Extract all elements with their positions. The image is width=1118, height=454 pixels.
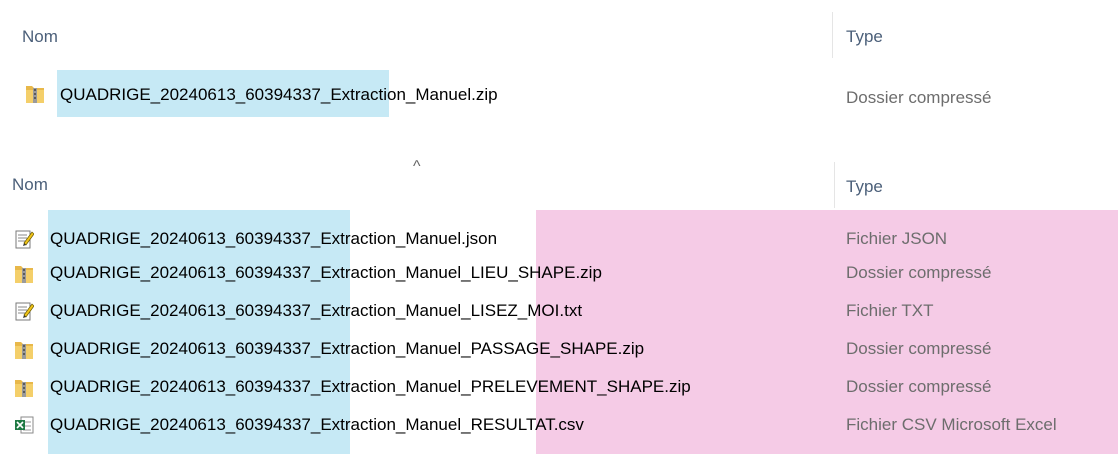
- column-header-name[interactable]: Nom: [12, 175, 48, 195]
- zip-folder-icon: [14, 262, 34, 284]
- file-type: Dossier compressé: [846, 339, 992, 358]
- list-item[interactable]: QUADRIGE_20240613_60394337_Extraction_Ma…: [0, 372, 1118, 403]
- text-file-icon: [14, 300, 34, 322]
- file-name: QUADRIGE_20240613_60394337_Extraction_Ma…: [50, 263, 602, 282]
- excel-csv-icon: [14, 414, 34, 436]
- file-type: Fichier TXT: [846, 301, 934, 320]
- column-header-type[interactable]: Type: [846, 27, 883, 47]
- list-item[interactable]: QUADRIGE_20240613_60394337_Extraction_Ma…: [0, 258, 1118, 289]
- column-divider[interactable]: [834, 162, 835, 208]
- zip-folder-icon: [14, 376, 34, 398]
- file-type: Dossier compressé: [846, 263, 992, 282]
- file-name: QUADRIGE_20240613_60394337_Extraction_Ma…: [50, 415, 584, 434]
- column-header-name[interactable]: Nom: [22, 27, 58, 47]
- column-divider[interactable]: [832, 12, 833, 58]
- file-type: Dossier compressé: [846, 377, 992, 396]
- list-item[interactable]: QUADRIGE_20240613_60394337_Extraction_Ma…: [0, 224, 1118, 255]
- file-name: QUADRIGE_20240613_60394337_Extraction_Ma…: [50, 301, 583, 320]
- list-item[interactable]: QUADRIGE_20240613_60394337_Extraction_Ma…: [0, 334, 1118, 365]
- zip-folder-icon: [14, 338, 34, 360]
- file-name: QUADRIGE_20240613_60394337_Extraction_Ma…: [50, 377, 691, 396]
- list-item[interactable]: QUADRIGE_20240613_60394337_Extraction_Ma…: [0, 296, 1118, 327]
- json-file-icon: [14, 228, 34, 250]
- file-type: Fichier CSV Microsoft Excel: [846, 415, 1057, 434]
- file-type: Fichier JSON: [846, 229, 948, 248]
- zip-folder-icon: [25, 82, 45, 104]
- list-item[interactable]: QUADRIGE_20240613_60394337_Extraction_Ma…: [0, 410, 1118, 441]
- file-name: QUADRIGE_20240613_60394337_Extraction_Ma…: [50, 339, 645, 358]
- file-name: QUADRIGE_20240613_60394337_Extraction_Ma…: [60, 85, 498, 104]
- sort-ascending-icon: ^: [413, 158, 421, 175]
- column-header-type[interactable]: Type: [846, 177, 883, 197]
- file-type: Dossier compressé: [846, 88, 992, 107]
- file-name: QUADRIGE_20240613_60394337_Extraction_Ma…: [50, 229, 498, 248]
